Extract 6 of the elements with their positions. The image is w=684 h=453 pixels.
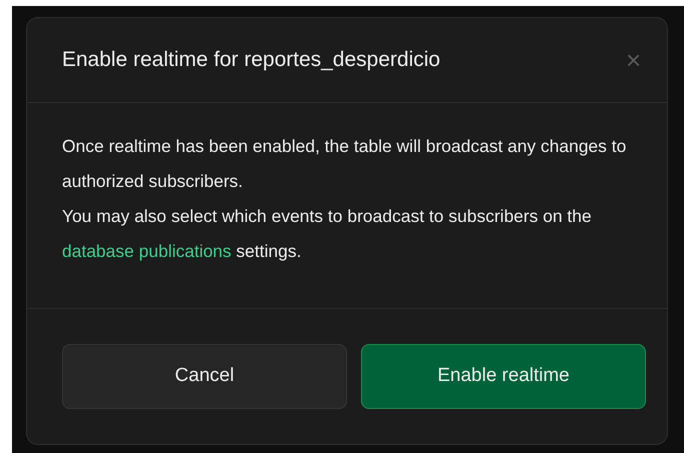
enable-button[interactable]: Enable realtime xyxy=(361,344,646,409)
cancel-button[interactable]: Cancel xyxy=(62,344,347,409)
publications-link[interactable]: database publications xyxy=(62,241,232,261)
dialog-text: Once realtime has been enabled, the table will broadcast any changes to authorized subscribers. xyxy=(62,135,628,193)
dialog-title: Enable realtime for reportes_desperdicio xyxy=(62,47,440,73)
dialog-text: You may also select which events to broadcast to subscribers on the database publications settings. xyxy=(62,205,593,263)
